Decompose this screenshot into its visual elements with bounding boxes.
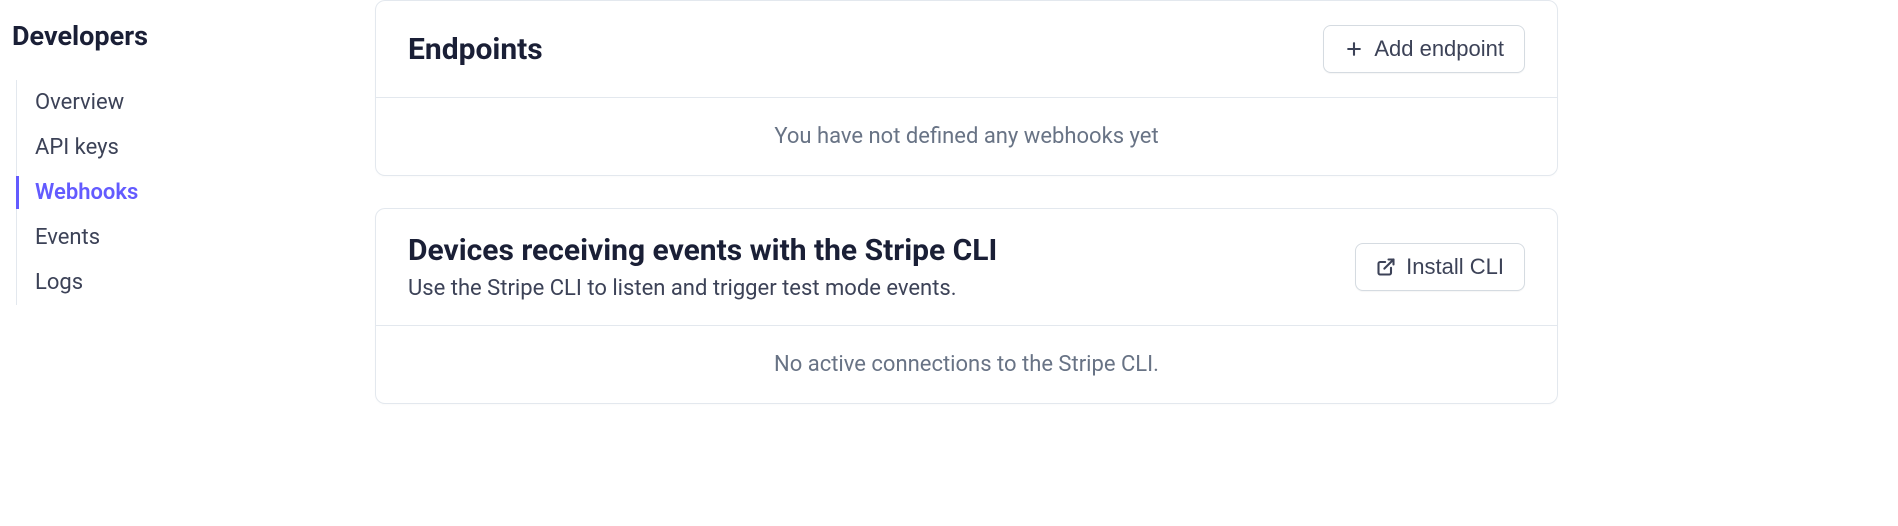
sidebar-item-events[interactable]: Events: [17, 215, 375, 260]
sidebar-item-logs[interactable]: Logs: [17, 260, 375, 305]
sidebar-item-api-keys[interactable]: API keys: [17, 125, 375, 170]
cli-empty-text: No active connections to the Stripe CLI.: [774, 352, 1159, 377]
install-cli-button[interactable]: Install CLI: [1355, 243, 1525, 291]
cli-subtitle: Use the Stripe CLI to listen and trigger…: [408, 276, 997, 301]
sidebar-item-label: Logs: [35, 270, 83, 295]
sidebar-item-webhooks[interactable]: Webhooks: [17, 170, 375, 215]
endpoints-title: Endpoints: [408, 32, 543, 67]
endpoints-empty-text: You have not defined any webhooks yet: [774, 124, 1158, 149]
endpoints-panel: Endpoints Add endpoint You have not defi…: [375, 0, 1558, 176]
sidebar-item-label: Events: [35, 225, 100, 250]
cli-header-text: Devices receiving events with the Stripe…: [408, 233, 997, 301]
cli-empty-state: No active connections to the Stripe CLI.: [376, 325, 1557, 403]
cli-panel: Devices receiving events with the Stripe…: [375, 208, 1558, 404]
add-endpoint-label: Add endpoint: [1374, 36, 1504, 62]
cli-title: Devices receiving events with the Stripe…: [408, 233, 997, 268]
sidebar-nav: Overview API keys Webhooks Events Logs: [16, 80, 375, 305]
sidebar-item-label: Overview: [35, 90, 124, 115]
install-cli-label: Install CLI: [1406, 254, 1504, 280]
sidebar-item-label: API keys: [35, 135, 119, 160]
sidebar-item-overview[interactable]: Overview: [17, 80, 375, 125]
endpoints-panel-header: Endpoints Add endpoint: [376, 1, 1557, 97]
cli-panel-header: Devices receiving events with the Stripe…: [376, 209, 1557, 325]
main-content: Endpoints Add endpoint You have not defi…: [375, 0, 1898, 526]
sidebar: Developers Overview API keys Webhooks Ev…: [0, 0, 375, 526]
sidebar-item-label: Webhooks: [35, 180, 138, 205]
sidebar-title: Developers: [12, 20, 375, 52]
endpoints-empty-state: You have not defined any webhooks yet: [376, 97, 1557, 175]
add-endpoint-button[interactable]: Add endpoint: [1323, 25, 1525, 73]
external-link-icon: [1376, 257, 1396, 277]
plus-icon: [1344, 39, 1364, 59]
